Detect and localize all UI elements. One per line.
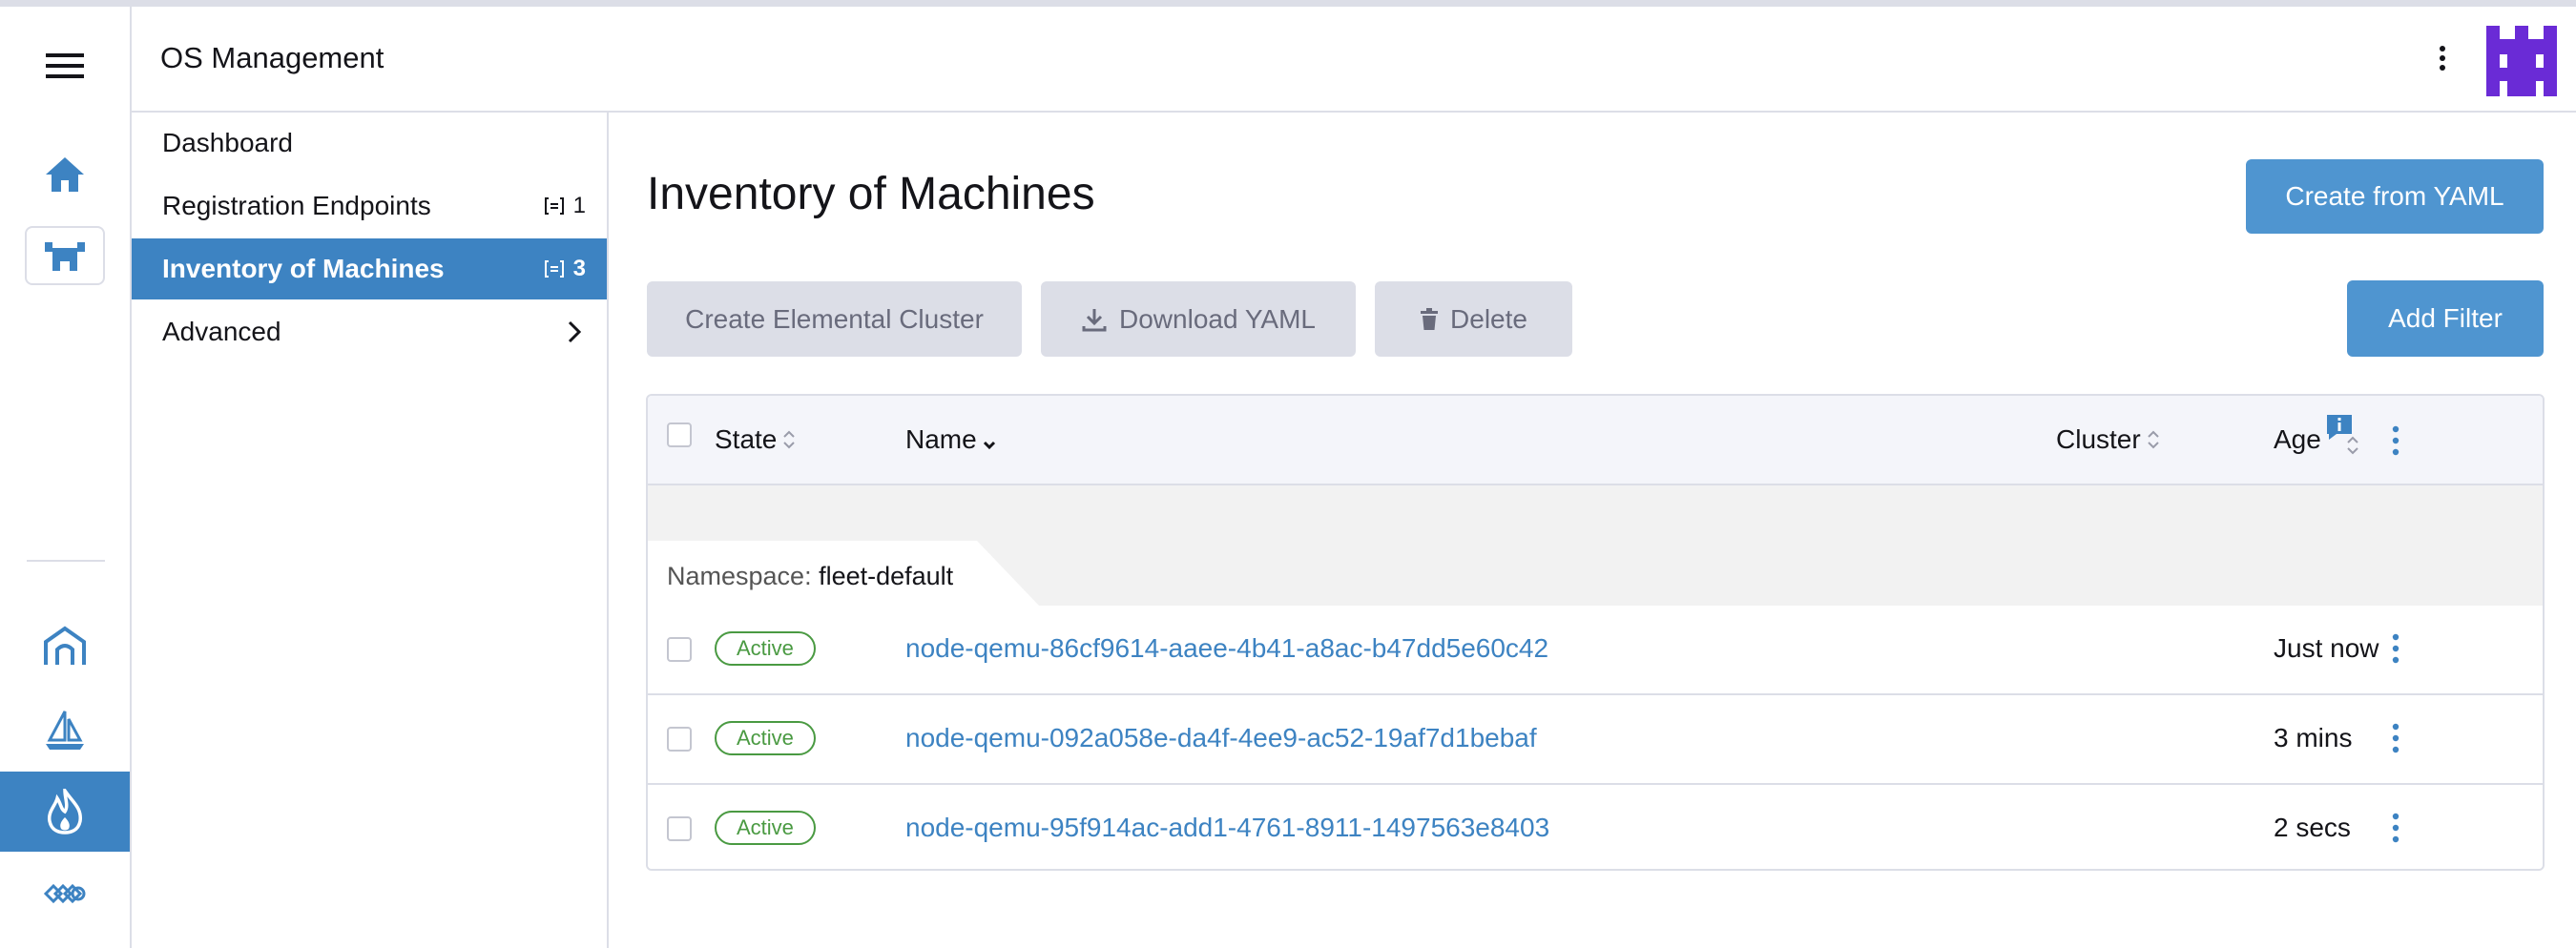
header-kebab-icon[interactable] [2423,39,2462,77]
fleet-icon[interactable] [0,701,130,758]
os-management-icon[interactable] [0,772,130,852]
menu-icon[interactable] [0,43,130,89]
nav-count: 1 [543,175,586,237]
add-filter-button[interactable]: Add Filter [2347,280,2544,357]
nav-item-advanced[interactable]: Advanced [132,301,607,362]
column-header-age[interactable]: Age [2274,415,2367,461]
machine-name-link[interactable]: node-qemu-95f914ac-add1-4761-8911-149756… [905,813,1549,843]
nav-item-registration-endpoints[interactable]: Registration Endpoints 1 [132,175,607,237]
nav-item-label: Inventory of Machines [162,254,445,283]
home-icon[interactable] [0,148,130,201]
nav-count-value: 3 [572,256,586,281]
column-label: State [715,424,778,454]
sort-down-icon [983,441,995,450]
select-all-checkbox[interactable] [667,422,692,447]
column-header-name[interactable]: Name [905,424,998,455]
create-elemental-cluster-button[interactable]: Create Elemental Cluster [647,281,1022,357]
row-actions-kebab-icon[interactable] [2377,716,2415,760]
namespace-prefix: Namespace: [667,562,812,590]
sort-icon [2147,430,2159,449]
namespace-group-label: Namespace: fleet-default [667,562,953,591]
row-actions-kebab-icon[interactable] [2377,806,2415,850]
status-badge: Active [715,811,816,845]
namespace-value: fleet-default [819,562,954,590]
nav-count: 3 [543,238,586,299]
rail-divider [27,560,105,562]
age-header-extras [2325,415,2367,461]
age-value: 3 mins [2274,723,2353,752]
download-yaml-button[interactable]: Download YAML [1041,281,1356,357]
resource-icon [544,260,564,278]
page-title: Inventory of Machines [647,169,1095,219]
trash-icon [1421,307,1439,330]
side-nav: Dashboard Registration Endpoints 1 Inven… [132,113,609,948]
status-badge: Active [715,631,816,666]
column-header-cluster[interactable]: Cluster [2056,424,2162,455]
table-row[interactable]: Active node-qemu-86cf9614-aaee-4b41-a8ac… [648,606,2543,695]
table-row[interactable]: Active node-qemu-95f914ac-add1-4761-8911… [648,785,2543,869]
rancher-cow-icon[interactable] [25,226,105,285]
delete-button[interactable]: Delete [1375,281,1572,357]
age-value: 2 secs [2274,813,2351,842]
machines-table: State Name Cluster Age Namespace: fleet-… [646,394,2545,871]
row-checkbox[interactable] [667,816,692,841]
column-label: Name [905,424,977,454]
column-label: Age [2274,424,2321,454]
sort-icon [783,430,796,449]
status-badge: Active [715,721,816,755]
nav-item-dashboard[interactable]: Dashboard [132,113,607,174]
nav-item-label: Dashboard [162,128,293,157]
machine-name-link[interactable]: node-qemu-86cf9614-aaee-4b41-a8ac-b47dd5… [905,633,1548,664]
nav-item-label: Advanced [162,317,281,346]
column-options-kebab-icon[interactable] [2377,419,2415,463]
button-label: Download YAML [1119,303,1316,334]
column-header-state[interactable]: State [715,424,798,455]
button-label: Create Elemental Cluster [685,303,984,334]
user-avatar[interactable] [2486,26,2557,96]
age-value: Just now [2274,633,2379,663]
extensions-icon[interactable] [0,871,130,917]
create-from-yaml-button[interactable]: Create from YAML [2246,159,2544,234]
table-row[interactable]: Active node-qemu-092a058e-da4f-4ee9-ac52… [648,695,2543,785]
button-label: Delete [1450,303,1527,334]
app-rail [0,7,132,948]
app-title: OS Management [160,41,384,74]
column-label: Cluster [2056,424,2141,454]
sort-icon [2347,436,2358,455]
nav-count-value: 1 [572,193,586,218]
download-icon [1082,308,1107,331]
row-actions-kebab-icon[interactable] [2377,627,2415,670]
nav-item-label: Registration Endpoints [162,191,431,220]
top-header: OS Management [132,7,2576,113]
browser-top-border [0,0,2576,7]
chevron-right-icon [568,320,582,343]
machine-name-link[interactable]: node-qemu-092a058e-da4f-4ee9-ac52-19af7d… [905,723,1537,753]
row-checkbox[interactable] [667,727,692,752]
cluster-icon[interactable] [0,617,130,674]
row-checkbox[interactable] [667,637,692,662]
table-header: State Name Cluster Age [648,396,2543,485]
nav-item-inventory-of-machines[interactable]: Inventory of Machines 3 [132,238,607,299]
resource-icon [544,197,564,215]
namespace-group-row: Namespace: fleet-default [648,485,2543,606]
